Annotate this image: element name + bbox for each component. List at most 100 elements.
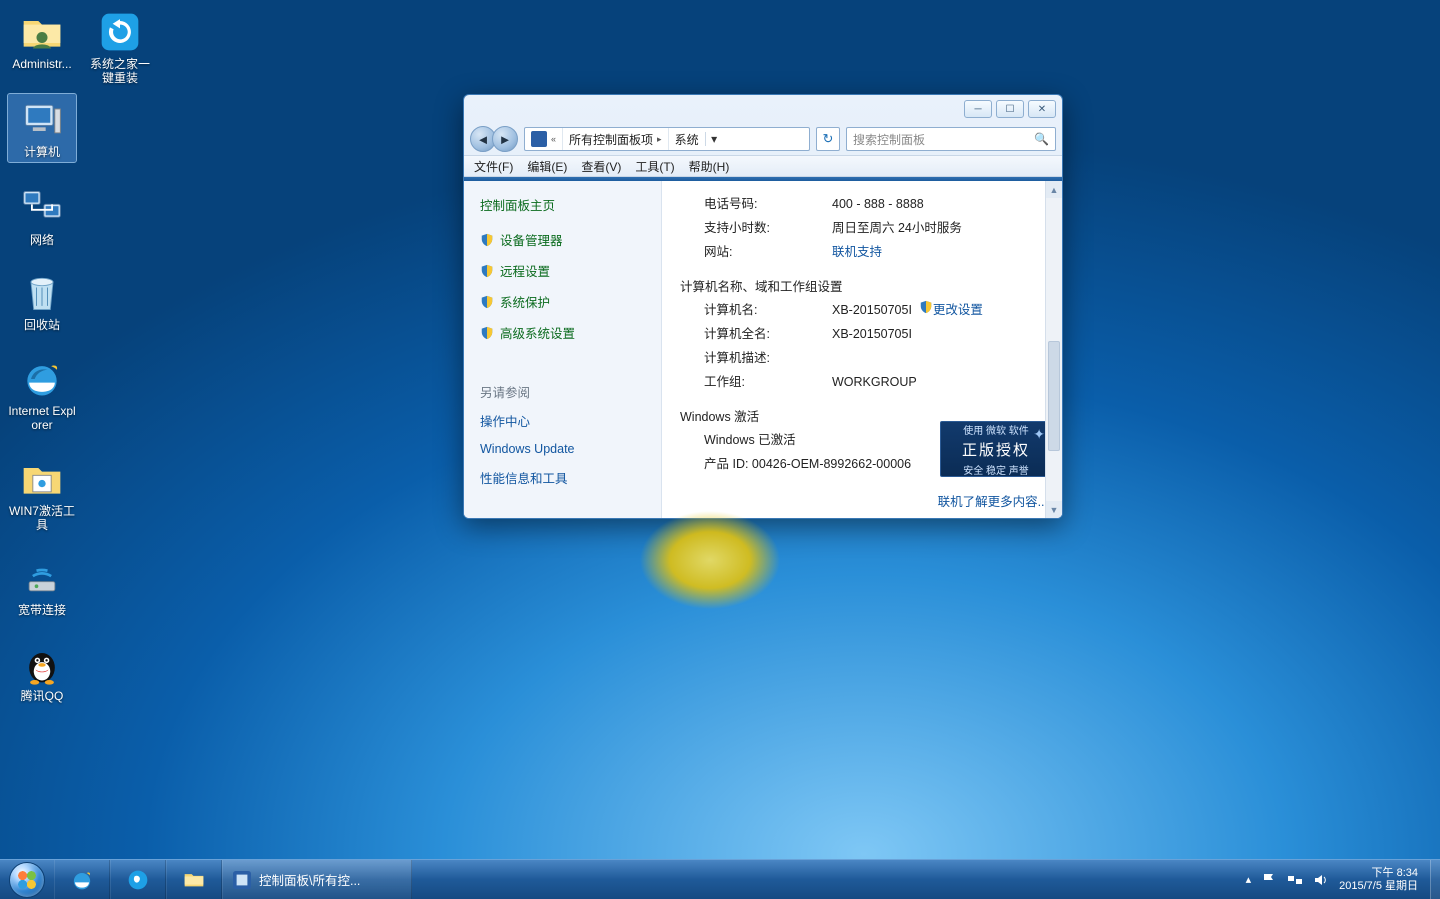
system-properties-window: ─ ☐ ✕ ◄ ► « 所有控制面板项▸ 系统 ▾ ↻ 搜索控制面板 🔍 文件(… <box>463 94 1063 519</box>
badge-line3: 安全 稳定 声誉 <box>963 462 1029 477</box>
control-panel-glyph-icon <box>531 131 547 147</box>
taskbar-unknown-blue[interactable] <box>110 860 166 899</box>
description-value <box>832 347 1026 371</box>
breadcrumb-leaf[interactable]: 系统 <box>675 131 699 148</box>
desktop-icon-network[interactable]: 网络 <box>8 184 76 248</box>
genuine-badge[interactable]: ✦ 使用 微软 软件 正版授权 安全 稳定 声誉 <box>940 421 1052 477</box>
search-placeholder: 搜索控制面板 <box>853 131 925 148</box>
menu-tools[interactable]: 工具(T) <box>635 158 674 175</box>
badge-line1: 使用 微软 软件 <box>963 422 1029 437</box>
desktop-icon-recycle-bin[interactable]: 回收站 <box>8 269 76 333</box>
computer-name-value: XB-20150705I 更改设置 <box>832 299 1026 323</box>
desktop-icon-computer[interactable]: 计算机 <box>8 94 76 162</box>
menu-edit[interactable]: 编辑(E) <box>527 158 567 175</box>
see-also-action-center[interactable]: 操作中心 <box>480 411 645 430</box>
desktop[interactable]: Administr... 计算机 网络 回收站 Internet Explore… <box>0 0 1440 899</box>
computer-icon <box>18 96 66 144</box>
shield-icon <box>480 326 494 340</box>
menubar: 文件(F) 编辑(E) 查看(V) 工具(T) 帮助(H) <box>464 155 1062 177</box>
desktop-icon-win7-activator[interactable]: WIN7激活工具 <box>8 455 76 533</box>
scroll-thumb[interactable] <box>1048 341 1060 451</box>
menu-view[interactable]: 查看(V) <box>581 158 621 175</box>
sidebar-system-protection[interactable]: 系统保护 <box>480 292 645 311</box>
taskbar-ie[interactable] <box>54 860 110 899</box>
scroll-up-button[interactable]: ▲ <box>1046 181 1062 198</box>
desktop-icon-ie[interactable]: Internet Explorer <box>8 355 76 433</box>
icon-label: Administr... <box>12 58 71 72</box>
clock[interactable]: 下午 8:34 2015/7/5 星期日 <box>1339 867 1422 892</box>
desktop-icons-col2: 系统之家一键重装 <box>86 8 154 86</box>
computer-name-heading: 计算机名称、域和工作组设置 <box>680 276 1026 295</box>
start-button[interactable] <box>0 860 54 899</box>
full-name-value: XB-20150705I <box>832 323 1026 347</box>
windows-orb-icon <box>9 862 45 898</box>
see-also-heading: 另请参阅 <box>480 382 645 401</box>
menu-file[interactable]: 文件(F) <box>474 158 513 175</box>
full-name-label: 计算机全名: <box>704 323 824 347</box>
description-label: 计算机描述: <box>704 347 824 371</box>
shield-icon <box>919 299 933 313</box>
ie-icon <box>18 355 66 403</box>
broadband-icon <box>18 554 66 602</box>
address-bar[interactable]: « 所有控制面板项▸ 系统 ▾ <box>524 127 810 151</box>
shield-icon <box>480 233 494 247</box>
reinstall-app-icon <box>96 8 144 56</box>
address-dropdown[interactable]: ▾ <box>705 132 723 146</box>
icon-label: WIN7激活工具 <box>8 505 76 533</box>
tray-expand-icon[interactable]: ▴ <box>1246 873 1252 886</box>
see-also-windows-update[interactable]: Windows Update <box>480 442 645 456</box>
workgroup-value: WORKGROUP <box>832 371 1026 395</box>
clock-time: 下午 8:34 <box>1372 867 1418 880</box>
desktop-icon-qq[interactable]: 腾讯QQ <box>8 640 76 704</box>
scrollbar[interactable]: ▲ ▼ <box>1045 181 1062 518</box>
control-panel-home-link[interactable]: 控制面板主页 <box>480 195 645 214</box>
refresh-button[interactable]: ↻ <box>816 127 840 151</box>
folder-user-icon <box>18 8 66 56</box>
desktop-icons-col1: Administr... 计算机 网络 回收站 Internet Explore… <box>8 8 76 704</box>
icon-label: Internet Explorer <box>8 405 76 433</box>
scroll-down-button[interactable]: ▼ <box>1046 501 1062 518</box>
close-button[interactable]: ✕ <box>1028 100 1056 118</box>
maximize-button[interactable]: ☐ <box>996 100 1024 118</box>
desktop-icon-broadband[interactable]: 宽带连接 <box>8 554 76 618</box>
nav-forward-button[interactable]: ► <box>492 126 518 152</box>
sidebar-remote-settings[interactable]: 远程设置 <box>480 261 645 280</box>
hours-label: 支持小时数: <box>704 217 824 241</box>
icon-label: 回收站 <box>24 319 60 333</box>
taskbar: 控制面板\所有控... ▴ 下午 8:34 2015/7/5 星期日 <box>0 859 1440 899</box>
learn-more-link[interactable]: 联机了解更多内容... <box>938 491 1048 510</box>
hours-value: 周日至周六 24小时服务 <box>832 217 1026 241</box>
shield-icon <box>480 264 494 278</box>
site-label: 网站: <box>704 241 824 265</box>
computer-name-label: 计算机名: <box>704 299 824 323</box>
badge-line2: 正版授权 <box>962 439 1030 460</box>
star-icon: ✦ <box>1033 426 1045 443</box>
volume-icon[interactable] <box>1313 872 1329 888</box>
sidebar: 控制面板主页 设备管理器 远程设置 系统保护 高级系统设置 另请参阅 操作中心 … <box>464 181 662 518</box>
site-link[interactable]: 联机支持 <box>832 241 1026 265</box>
taskbar-active-window[interactable]: 控制面板\所有控... <box>222 860 412 899</box>
flag-icon[interactable] <box>1261 872 1277 888</box>
window-titlebar[interactable]: ─ ☐ ✕ <box>464 95 1062 123</box>
menu-help[interactable]: 帮助(H) <box>689 158 730 175</box>
breadcrumb-root[interactable]: 所有控制面板项 <box>569 131 653 148</box>
search-input[interactable]: 搜索控制面板 🔍 <box>846 127 1056 151</box>
show-desktop-button[interactable] <box>1430 860 1440 899</box>
system-tray: ▴ 下午 8:34 2015/7/5 星期日 <box>1238 860 1430 899</box>
network-tray-icon[interactable] <box>1287 872 1303 888</box>
see-also-performance[interactable]: 性能信息和工具 <box>480 468 645 487</box>
workgroup-label: 工作组: <box>704 371 824 395</box>
taskbar-explorer[interactable] <box>166 860 222 899</box>
recycle-bin-icon <box>18 269 66 317</box>
change-settings-link[interactable]: 更改设置 <box>933 303 983 317</box>
sidebar-advanced-settings[interactable]: 高级系统设置 <box>480 323 645 342</box>
network-icon <box>18 184 66 232</box>
qq-penguin-icon <box>18 640 66 688</box>
desktop-icon-reinstall[interactable]: 系统之家一键重装 <box>86 8 154 86</box>
sidebar-device-manager[interactable]: 设备管理器 <box>480 230 645 249</box>
folder-doc-icon <box>18 455 66 503</box>
minimize-button[interactable]: ─ <box>964 100 992 118</box>
desktop-icon-administrator[interactable]: Administr... <box>8 8 76 72</box>
icon-label: 系统之家一键重装 <box>86 58 154 86</box>
shield-icon <box>480 295 494 309</box>
